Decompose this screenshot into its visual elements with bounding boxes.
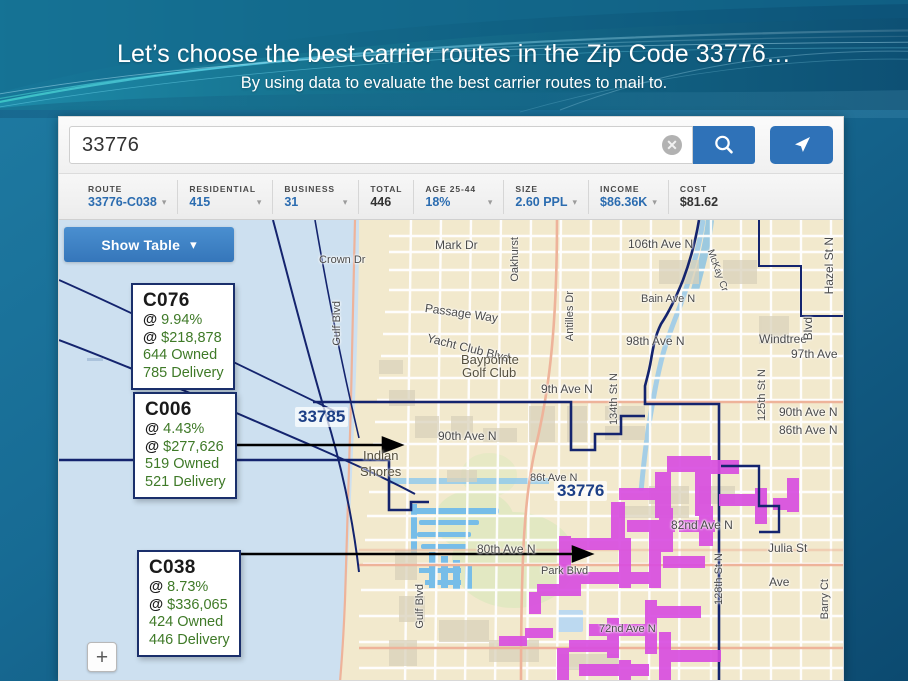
- stat-label: COST: [679, 184, 708, 194]
- search-input-wrapper[interactable]: 33776 ✕: [69, 126, 693, 164]
- slide-banner: Let’s choose the best carrier routes in …: [0, 0, 908, 108]
- search-button[interactable]: [692, 126, 755, 164]
- zoom-in-button[interactable]: +: [87, 642, 117, 672]
- route-card-delivery: 446 Delivery: [149, 631, 230, 648]
- stat-total: TOTAL 446: [359, 179, 415, 214]
- stat-value: 33776-C038: [88, 195, 157, 209]
- route-info-card[interactable]: C076 @ 9.94% @ $218,878 644 Owned 785 Delive…: [131, 283, 235, 390]
- search-input[interactable]: 33776: [82, 134, 662, 157]
- zoom-out-button[interactable]: [87, 358, 103, 361]
- stat-value: 2.60 PPL: [515, 195, 568, 209]
- route-card-id: C038: [149, 557, 196, 578]
- at-symbol-icon: @: [145, 438, 160, 455]
- stat-value: 446: [370, 195, 392, 209]
- stat-value: 415: [189, 195, 211, 209]
- close-icon[interactable]: ✕: [662, 135, 682, 155]
- route-card-percent-value: 9.94%: [161, 312, 203, 328]
- chevron-down-icon[interactable]: ▾: [652, 197, 657, 208]
- route-card-delivery: 785 Delivery: [143, 364, 224, 381]
- stat-label: BUSINESS: [284, 184, 335, 194]
- route-card-income-value: $336,065: [167, 596, 228, 613]
- route-info-card[interactable]: C038 @ 8.73% @ $336,065 424 Owned 446 Delive…: [137, 550, 241, 657]
- show-table-label: Show Table: [101, 236, 181, 253]
- at-symbol-icon: @: [145, 421, 160, 437]
- route-card-percent-value: 8.73%: [167, 579, 209, 595]
- at-symbol-icon: @: [143, 312, 158, 328]
- stat-label: ROUTE: [88, 184, 123, 194]
- route-card-owned: 519 Owned: [145, 456, 220, 472]
- stat-income[interactable]: INCOME $86.36K ▾: [589, 179, 669, 214]
- stat-size[interactable]: SIZE 2.60 PPL ▾: [504, 179, 590, 214]
- locate-button[interactable]: [770, 126, 833, 164]
- search-icon: [714, 135, 733, 154]
- chevron-down-icon[interactable]: ▾: [488, 197, 493, 208]
- chevron-down-icon[interactable]: ▾: [343, 197, 348, 208]
- at-symbol-icon: @: [149, 596, 164, 613]
- stat-label: INCOME: [600, 184, 640, 194]
- stat-label: AGE 25-44: [425, 184, 477, 194]
- stat-label: RESIDENTIAL: [189, 184, 256, 194]
- route-card-percent: @ 9.94%: [143, 312, 224, 330]
- stat-residential[interactable]: RESIDENTIAL 415 ▾: [178, 179, 274, 214]
- stat-value: $86.36K: [600, 195, 648, 209]
- show-table-button[interactable]: Show Table ▾: [64, 227, 234, 262]
- route-stats-bar: ROUTE 33776-C038 ▾ RESIDENTIAL 415 ▾ BUS…: [59, 174, 843, 220]
- at-symbol-icon: @: [143, 329, 158, 346]
- chevron-down-icon[interactable]: ▾: [257, 197, 262, 208]
- route-card-income: @ $218,878: [143, 330, 224, 348]
- chevron-down-icon[interactable]: ▾: [573, 197, 578, 208]
- route-card-owned: 424 Owned: [149, 614, 224, 630]
- route-card-percent: @ 8.73%: [149, 579, 230, 597]
- route-card-id: C006: [145, 399, 192, 420]
- stat-age-25-44[interactable]: AGE 25-44 18% ▾: [414, 179, 505, 214]
- stat-label: TOTAL: [370, 184, 403, 194]
- route-info-card[interactable]: C006 @ 4.43% @ $277,626 519 Owned 521 Delive…: [133, 392, 237, 499]
- page-title: Let’s choose the best carrier routes in …: [117, 40, 791, 68]
- stat-route[interactable]: ROUTE 33776-C038 ▾: [77, 179, 179, 214]
- stat-value: $81.62: [679, 195, 719, 209]
- route-card-delivery: 521 Delivery: [145, 473, 226, 490]
- route-card-income-value: $218,878: [161, 329, 222, 346]
- stat-business[interactable]: BUSINESS 31 ▾: [273, 179, 360, 214]
- chevron-down-icon[interactable]: ▾: [162, 197, 167, 208]
- route-card-percent: @ 4.43%: [145, 421, 226, 439]
- route-card-percent-value: 4.43%: [163, 421, 205, 437]
- stat-cost: COST $81.62: [669, 180, 729, 214]
- stat-value: 18%: [425, 195, 451, 209]
- route-card-income-value: $277,626: [163, 438, 224, 455]
- stat-label: SIZE: [515, 184, 538, 194]
- route-card-id: C076: [143, 290, 190, 311]
- search-toolbar: 33776 ✕: [59, 117, 843, 174]
- at-symbol-icon: @: [149, 579, 164, 595]
- navigation-arrow-icon: [794, 137, 810, 152]
- stat-value: 31: [284, 195, 299, 209]
- route-card-income: @ $336,065: [149, 597, 230, 615]
- route-card-owned: 644 Owned: [143, 347, 218, 363]
- chevron-down-icon: ▾: [190, 236, 197, 252]
- route-card-income: @ $277,626: [145, 439, 226, 457]
- page-subtitle: By using data to evaluate the best carri…: [240, 74, 668, 92]
